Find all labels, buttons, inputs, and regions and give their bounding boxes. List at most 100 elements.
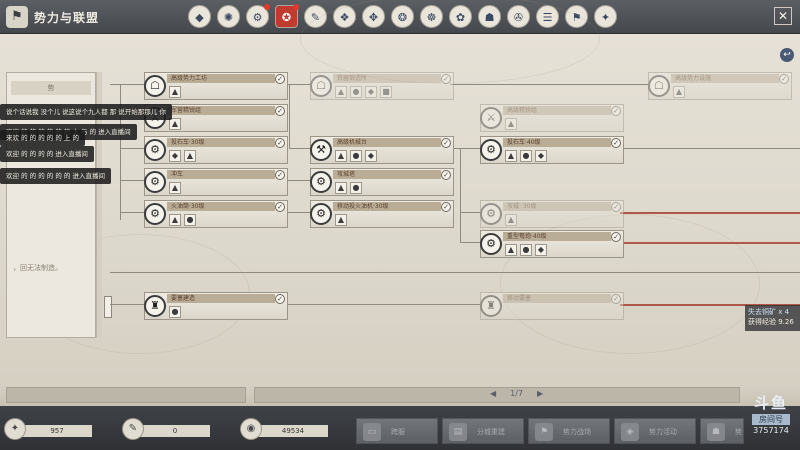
watermark-room-id: 3757174: [753, 426, 789, 435]
connector-line: [460, 148, 461, 242]
material-icon[interactable]: ▲: [335, 214, 347, 226]
checkmark-icon: ✓: [611, 106, 621, 116]
connector-line: [120, 180, 144, 181]
material-icon[interactable]: ▲: [673, 86, 685, 98]
material-icon[interactable]: ●: [520, 244, 532, 256]
tech-node-n16[interactable]: ♜ 移动要塞 ✓: [480, 292, 624, 320]
tech-node-n12[interactable]: ⚙ 攻城 ·30级 ▲ ✓: [480, 200, 624, 228]
material-icon[interactable]: ◆: [365, 86, 377, 98]
bottom-btn-4[interactable]: ◈ 势力活动: [614, 418, 696, 444]
scroll-thumb[interactable]: [104, 296, 112, 318]
top-icon-1[interactable]: ◆: [188, 5, 211, 28]
tech-node-n13[interactable]: ⚙ 重型弩炮·40级 ▲ ● ◆ ✓: [480, 230, 624, 258]
material-icon[interactable]: ▲: [505, 244, 517, 256]
tech-medal-glyph: ⚙: [144, 139, 166, 161]
panel-tab[interactable]: 势: [11, 81, 91, 95]
connector-line: [450, 84, 648, 85]
tech-node-n8[interactable]: ⚙ 移动投火油机·30级 ▲ ✓: [310, 200, 454, 228]
material-icon[interactable]: ◆: [535, 150, 547, 162]
tech-node-label: 重型弩炮·40级: [503, 232, 611, 241]
tech-node-materials: ▲: [335, 214, 347, 226]
material-icon[interactable]: ■: [380, 86, 392, 98]
resource-funds-icon: ◉: [240, 418, 262, 440]
tech-node-n14[interactable]: ☖ 高级势力设施 ▲ ✓: [648, 72, 792, 100]
checkmark-icon: ✓: [275, 202, 285, 212]
checkmark-icon: ✓: [275, 138, 285, 148]
tech-medal-icon: ⚙: [479, 199, 503, 229]
connector-line: [620, 148, 800, 149]
material-icon[interactable]: ●: [520, 150, 532, 162]
material-icon[interactable]: ▲: [505, 214, 517, 226]
material-icon[interactable]: ◆: [169, 150, 181, 162]
tech-node-label: 高级势力工坊: [167, 74, 275, 83]
material-icon[interactable]: ●: [350, 150, 362, 162]
tech-node-label: 攻城 ·30级: [503, 202, 611, 211]
material-icon[interactable]: ▲: [335, 86, 347, 98]
next-page-button[interactable]: ▶: [537, 389, 543, 398]
chat-message: 说个话说我 没个儿 说这说个九人都 那 说开始那那儿 你: [0, 104, 172, 120]
connector-line: [120, 148, 144, 149]
tech-medal-icon: ⚙: [143, 135, 167, 165]
material-icon[interactable]: ◆: [365, 150, 377, 162]
tech-node-n11[interactable]: ⚙ 投石车·40级 ▲ ● ◆ ✓: [480, 136, 624, 164]
tech-node-n4[interactable]: ⚙ 冲车 ▲ ✓: [144, 168, 288, 196]
tech-node-n1[interactable]: ☖ 高级势力工坊 ▲ ✓: [144, 72, 288, 100]
top-icon-4-glyph: ✪: [281, 11, 292, 24]
material-icon[interactable]: ▲: [505, 118, 517, 130]
back-arrow-icon[interactable]: ↩: [780, 48, 794, 62]
tech-medal-icon: ☖: [647, 71, 671, 101]
top-icon-2[interactable]: ✺: [217, 5, 240, 28]
material-icon[interactable]: ●: [350, 86, 362, 98]
close-button[interactable]: ✕: [774, 7, 792, 25]
tech-node-n3[interactable]: ⚙ 投石车·30级 ◆ ▲ ✓: [144, 136, 288, 164]
pager: ◀ 1/7 ▶: [490, 389, 543, 398]
notification-dot: [264, 4, 270, 10]
tech-node-n6[interactable]: ⚒ 高级机械台 ▲ ● ◆ ✓: [310, 136, 454, 164]
material-icon[interactable]: ▲: [169, 214, 181, 226]
prev-page-button[interactable]: ◀: [490, 389, 496, 398]
tech-node-materials: ▲ ●: [169, 214, 196, 226]
material-icon[interactable]: ●: [350, 182, 362, 194]
top-icon-15[interactable]: ✦: [594, 5, 617, 28]
bottom-btn-3[interactable]: ⚑ 势力战场: [528, 418, 610, 444]
tech-node-n9[interactable]: ☖ 铁器锻造所 ▲ ● ◆ ■ ✓: [310, 72, 454, 100]
material-icon[interactable]: ●: [169, 306, 181, 318]
bottom-btn-3-icon: ⚑: [535, 423, 553, 441]
tech-node-label: 移动要塞: [503, 294, 611, 303]
bottom-btn-5[interactable]: ☗ 势力: [700, 418, 744, 444]
tech-node-n15[interactable]: ♜ 要塞建造 ● ✓: [144, 292, 288, 320]
tech-medal-icon: ⚙: [309, 199, 333, 229]
tech-medal-icon: ⚙: [309, 167, 333, 197]
bottom-btn-1-icon: ▭: [363, 423, 381, 441]
checkmark-icon: ✓: [611, 138, 621, 148]
top-icon-3[interactable]: ⚙: [246, 4, 270, 28]
tech-node-materials: ▲: [169, 86, 181, 98]
tech-medal-icon: ⚙: [143, 199, 167, 229]
bottom-btn-2-label: 分城重建: [477, 428, 505, 436]
pager-segment: [6, 387, 246, 403]
material-icon[interactable]: ◆: [535, 244, 547, 256]
material-icon[interactable]: ▲: [335, 150, 347, 162]
window-title: 势力与联盟: [34, 11, 100, 25]
tech-medal-glyph: ☖: [310, 75, 332, 97]
tech-node-n7[interactable]: ⚙ 攻城塔 ▲ ● ✓: [310, 168, 454, 196]
tech-medal-glyph: ⚙: [480, 139, 502, 161]
bottom-btn-1[interactable]: ▭ 跨服: [356, 418, 438, 444]
material-icon[interactable]: ▲: [169, 86, 181, 98]
material-icon[interactable]: ▲: [184, 150, 196, 162]
material-icon[interactable]: ▲: [335, 182, 347, 194]
tech-node-n10[interactable]: ⚔ 高级精锐组 ▲ ✓: [480, 104, 624, 132]
bottom-btn-2[interactable]: ▤ 分城重建: [442, 418, 524, 444]
material-icon[interactable]: ▲: [169, 182, 181, 194]
tech-node-n5[interactable]: ⚙ 火油筒·30级 ▲ ● ✓: [144, 200, 288, 228]
panel-text: ，回无法制造。: [13, 264, 62, 272]
checkmark-icon: ✓: [611, 232, 621, 242]
page-indicator: 1/7: [510, 389, 524, 398]
top-icon-4[interactable]: ✪: [275, 4, 299, 28]
material-icon[interactable]: ●: [184, 214, 196, 226]
material-icon[interactable]: ▲: [505, 150, 517, 162]
connector-line: [289, 148, 311, 149]
tech-node-materials: ▲ ● ◆ ■: [335, 86, 392, 98]
checkmark-icon: ✓: [441, 74, 451, 84]
notification-dot: [293, 4, 299, 10]
